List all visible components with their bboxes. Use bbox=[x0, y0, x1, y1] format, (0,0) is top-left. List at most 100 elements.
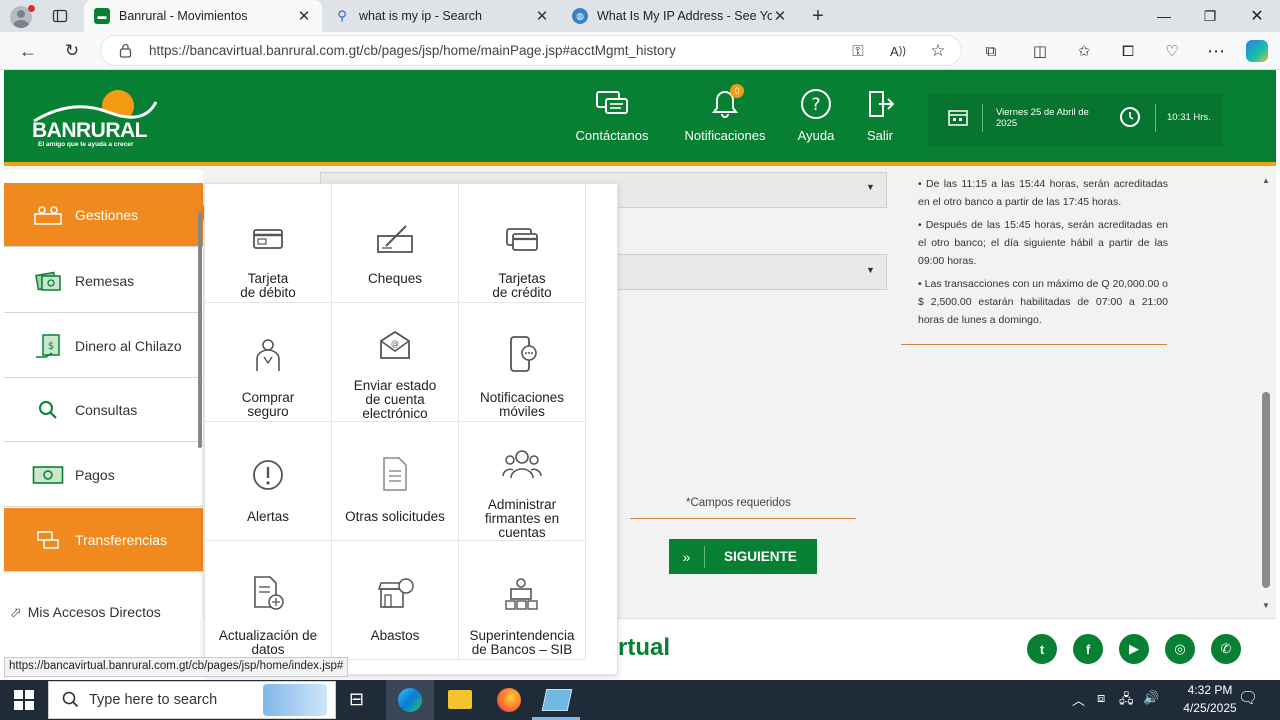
browser-essentials-icon[interactable]: ♡ bbox=[1161, 40, 1183, 62]
scroll-up-icon[interactable]: ▲ bbox=[1262, 176, 1270, 185]
double-chevron-icon: » bbox=[669, 545, 705, 568]
scroll-down-icon[interactable]: ▼ bbox=[1262, 601, 1270, 610]
remesas-icon bbox=[28, 268, 68, 294]
gestion-alertas[interactable]: Alertas bbox=[205, 422, 332, 541]
network-icon[interactable]: 🖧 bbox=[1119, 690, 1134, 712]
clock-time[interactable]: 4:32 PM bbox=[1172, 683, 1248, 697]
banrural-logo[interactable]: BANRURAL El amigo que te ayuda a crecer bbox=[30, 88, 160, 154]
collections-icon[interactable]: ⧠ bbox=[1117, 40, 1139, 62]
file-explorer-icon[interactable] bbox=[448, 690, 472, 709]
reload-icon[interactable]: ↻ bbox=[61, 40, 83, 62]
header-ayuda[interactable]: ? Ayuda bbox=[790, 86, 842, 146]
sidebar-label: Consultas bbox=[75, 401, 138, 418]
read-aloud-icon[interactable]: A)) bbox=[887, 40, 909, 62]
tray-device-icon[interactable]: ⧈ bbox=[1097, 690, 1105, 706]
gestion-comprar-seguro[interactable]: Comprar seguro bbox=[205, 303, 332, 422]
more-options-icon[interactable]: ⋯ bbox=[1205, 40, 1227, 62]
chevron-down-icon[interactable]: ▼ bbox=[866, 182, 875, 192]
restore-icon[interactable]: ❐ bbox=[1187, 0, 1233, 32]
firefox-icon[interactable] bbox=[497, 688, 521, 712]
task-view-icon[interactable]: ⊟ bbox=[349, 689, 364, 710]
tab-banrural[interactable]: ▬ Banrural - Movimientos ✕ bbox=[84, 0, 322, 32]
bell-icon: 0 bbox=[710, 84, 744, 122]
next-button[interactable]: » SIGUIENTE bbox=[669, 539, 817, 574]
sidebar-item-remesas[interactable]: Remesas bbox=[4, 249, 203, 313]
header-contactanos[interactable]: Contáctanos bbox=[568, 86, 656, 146]
users-icon bbox=[502, 440, 542, 480]
scrollbar-thumb[interactable] bbox=[1262, 392, 1270, 588]
sidebar-label: Dinero al Chilazo bbox=[75, 337, 182, 354]
sidebar-item-transferencias[interactable]: Transferencias bbox=[4, 508, 203, 572]
divider bbox=[901, 344, 1167, 345]
money-hand-icon: $ bbox=[28, 333, 68, 359]
favorites-icon[interactable]: ✩ bbox=[1073, 40, 1095, 62]
current-date: Viernes 25 de Abril de 2025 bbox=[996, 107, 1089, 129]
close-tab-icon[interactable]: ✕ bbox=[296, 7, 312, 25]
tab-actions-icon[interactable] bbox=[49, 5, 71, 27]
sidebar-item-gestiones[interactable]: Gestiones bbox=[4, 183, 203, 247]
taskbar-search-placeholder: Type here to search bbox=[89, 692, 218, 708]
sidebar-scrollbar[interactable] bbox=[198, 212, 202, 448]
minimize-icon[interactable]: — bbox=[1141, 0, 1187, 32]
search-highlight-icon bbox=[263, 684, 327, 716]
header-notificaciones[interactable]: 0 Notificaciones bbox=[678, 84, 772, 146]
taskbar-search-box[interactable]: Type here to search bbox=[48, 681, 336, 719]
gestion-label: Enviar estado de cuenta electrónico bbox=[353, 378, 437, 421]
header-menu-label: Contáctanos bbox=[575, 128, 649, 143]
gestion-notificaciones-moviles[interactable]: Notificaciones móviles bbox=[459, 303, 586, 422]
divider bbox=[1155, 104, 1156, 132]
tray-chevron-icon[interactable]: ︿ bbox=[1072, 690, 1085, 709]
close-window-icon[interactable]: ✕ bbox=[1234, 0, 1280, 32]
gestion-label: Alertas bbox=[246, 509, 290, 524]
youtube-icon[interactable]: ▶ bbox=[1119, 634, 1149, 664]
facebook-icon[interactable]: f bbox=[1073, 634, 1103, 664]
notepad-app-icon[interactable] bbox=[541, 689, 573, 711]
new-tab-icon[interactable]: + bbox=[807, 5, 829, 27]
windows-start-icon[interactable] bbox=[14, 690, 34, 713]
gestion-abastos[interactable]: Abastos bbox=[332, 541, 459, 660]
tab-search[interactable]: ⚲ what is my ip - Search ✕ bbox=[324, 0, 560, 32]
gestion-superintendencia-sib[interactable]: Superintendencia de Bancos – SIB bbox=[459, 541, 586, 660]
gestion-label: Comprar seguro bbox=[241, 390, 295, 419]
tab-whatismyip[interactable]: ◍ What Is My IP Address - See Your ✕ bbox=[562, 0, 798, 32]
close-tab-icon[interactable]: ✕ bbox=[772, 7, 788, 25]
favorite-star-icon[interactable]: ☆ bbox=[927, 40, 949, 62]
back-icon[interactable]: ← bbox=[17, 40, 39, 62]
sidebar-item-consultas[interactable]: Consultas bbox=[4, 378, 203, 442]
sidebar-shortcuts[interactable]: ⬀ Mis Accesos Directos bbox=[4, 600, 203, 624]
edge-taskbar-icon[interactable] bbox=[386, 680, 434, 720]
gestion-estado-cuenta[interactable]: @ Enviar estado de cuenta electrónico bbox=[332, 303, 459, 422]
sidebar-label: Gestiones bbox=[75, 206, 139, 223]
debit-card-icon bbox=[251, 202, 285, 254]
search-icon bbox=[61, 690, 79, 711]
gestion-otras-solicitudes[interactable]: Otras solicitudes bbox=[332, 422, 459, 541]
header-gold-line bbox=[4, 162, 1276, 166]
volume-icon[interactable]: 🔊 bbox=[1143, 690, 1159, 706]
instagram-icon[interactable]: ◎ bbox=[1165, 634, 1195, 664]
sidebar-item-pagos[interactable]: Pagos bbox=[4, 443, 203, 507]
gestion-cheques[interactable]: Cheques bbox=[332, 184, 459, 303]
whatsapp-icon[interactable]: ✆ bbox=[1211, 634, 1241, 664]
split-screen-icon[interactable]: ◫ bbox=[1029, 40, 1051, 62]
sidebar-item-dinero-al-chilazo[interactable]: $ Dinero al Chilazo bbox=[4, 314, 203, 378]
close-tab-icon[interactable]: ✕ bbox=[534, 7, 550, 25]
chevron-down-icon[interactable]: ▼ bbox=[866, 265, 875, 275]
lock-icon[interactable] bbox=[119, 43, 132, 61]
key-icon[interactable]: ⚿ bbox=[847, 40, 869, 62]
url-text[interactable]: https://bancavirtual.banrural.com.gt/cb/… bbox=[149, 43, 676, 58]
mobile-notification-icon bbox=[505, 321, 539, 373]
gestion-tarjeta-debito[interactable]: Tarjeta de débito bbox=[205, 184, 332, 303]
banknote-icon bbox=[28, 465, 68, 485]
header-salir[interactable]: Salir bbox=[858, 86, 902, 146]
divider bbox=[630, 518, 856, 519]
extensions-icon[interactable]: ⧉ bbox=[980, 40, 1002, 62]
gestion-label: Cheques bbox=[367, 271, 423, 286]
clock-date[interactable]: 4/25/2025 bbox=[1172, 701, 1248, 715]
globe-favicon: ◍ bbox=[572, 8, 588, 24]
notification-center-icon[interactable]: 🗨 bbox=[1238, 688, 1258, 708]
gestion-actualizacion-datos[interactable]: Actualización de datos bbox=[205, 541, 332, 660]
copilot-icon[interactable] bbox=[1246, 40, 1268, 62]
gestion-tarjetas-credito[interactable]: Tarjetas de crédito bbox=[459, 184, 586, 303]
gestion-administrar-firmantes[interactable]: Administrar firmantes en cuentas bbox=[459, 422, 586, 541]
twitter-icon[interactable]: t bbox=[1027, 634, 1057, 664]
